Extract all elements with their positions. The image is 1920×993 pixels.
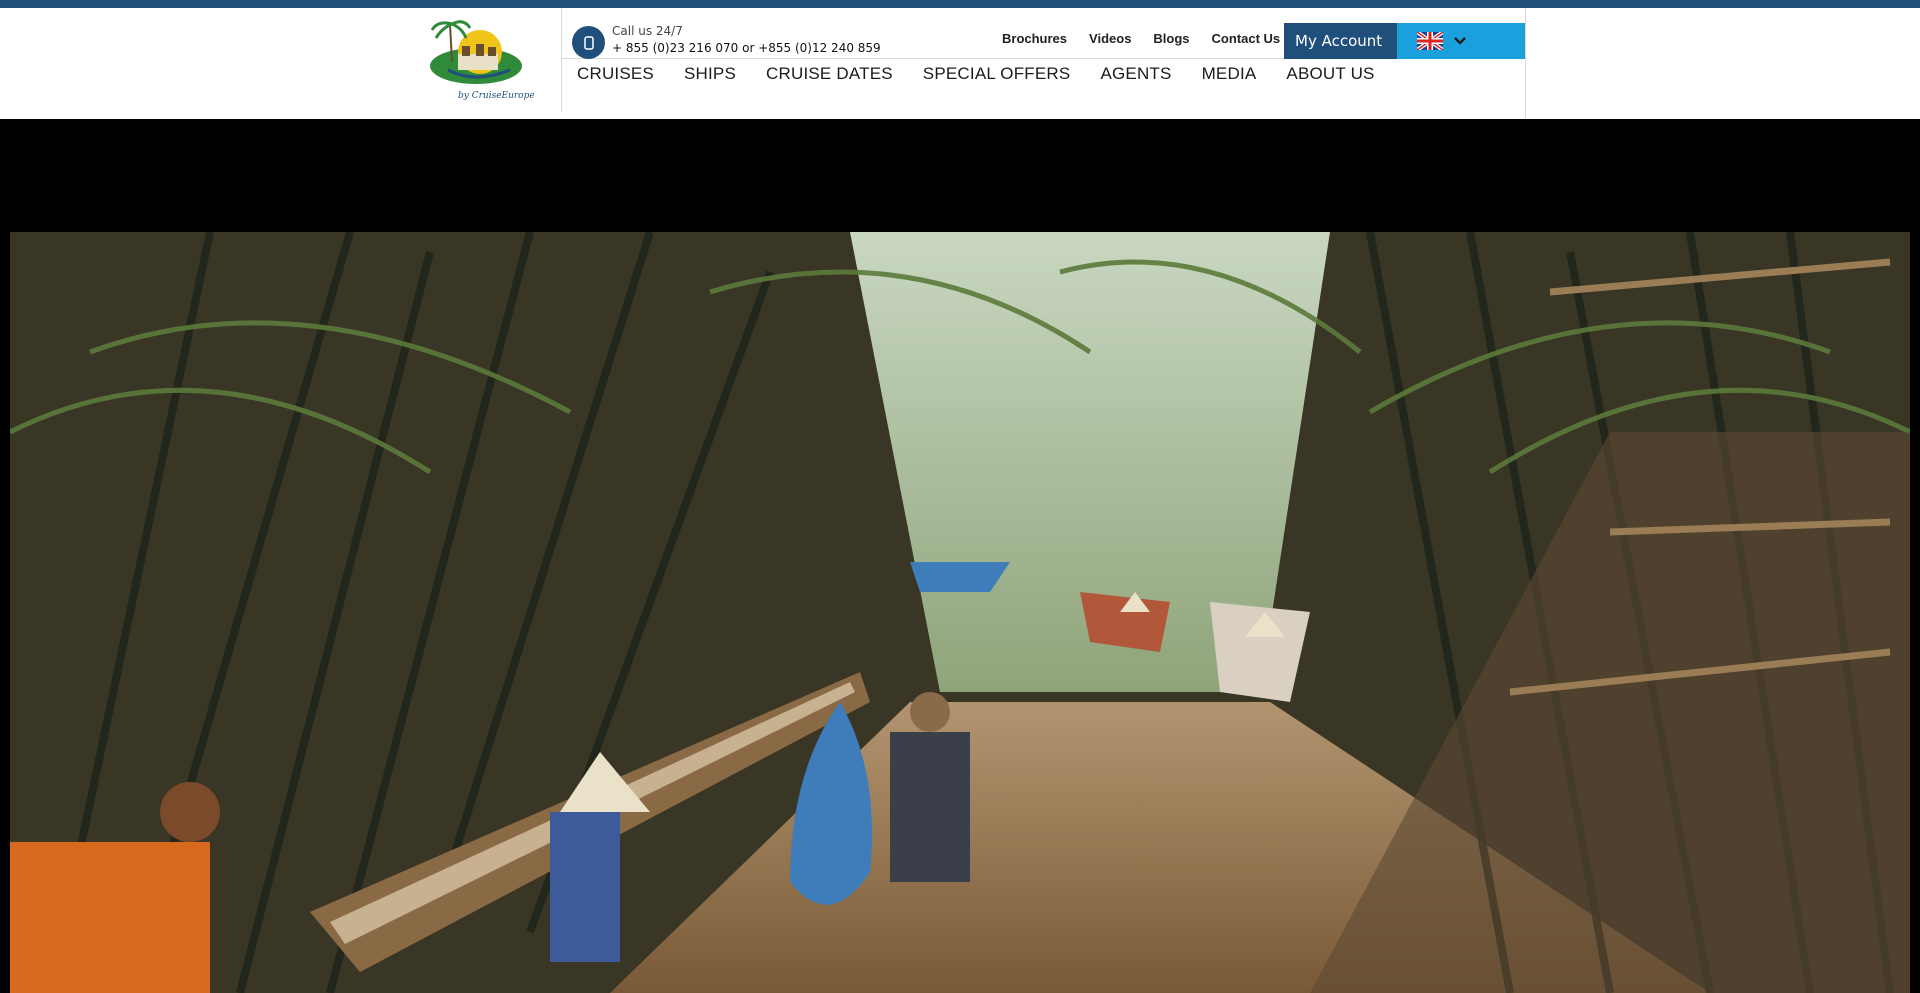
brochures-link[interactable]: Brochures [1002, 31, 1067, 46]
chevron-down-icon [1454, 37, 1466, 45]
hero-photo [10, 232, 1910, 993]
language-selector[interactable] [1397, 23, 1525, 59]
nav-cruises[interactable]: CRUISES [577, 64, 654, 84]
site-logo[interactable]: by CruiseEurope [412, 8, 562, 112]
nav-special-offers[interactable]: SPECIAL OFFERS [923, 64, 1071, 84]
my-account-button[interactable]: My Account [1284, 23, 1397, 59]
videos-link[interactable]: Videos [1089, 31, 1131, 46]
nav-ships[interactable]: SHIPS [684, 64, 736, 84]
call-label: Call us 24/7 [612, 24, 683, 38]
nav-about-us[interactable]: ABOUT US [1286, 64, 1374, 84]
logo-icon: by CruiseEurope [430, 20, 534, 101]
call-numbers[interactable]: + 855 (0)23 216 070 or +855 (0)12 240 85… [612, 41, 881, 55]
main-navigation: CRUISES SHIPS CRUISE DATES SPECIAL OFFER… [577, 64, 1375, 84]
blogs-link[interactable]: Blogs [1153, 31, 1189, 46]
nav-cruise-dates[interactable]: CRUISE DATES [766, 64, 893, 84]
utility-links: Brochures Videos Blogs Contact Us [1002, 31, 1280, 46]
phone-icon[interactable] [572, 26, 605, 59]
contact-us-link[interactable]: Contact Us [1212, 31, 1281, 46]
svg-text:by CruiseEurope: by CruiseEurope [458, 91, 534, 101]
header-divider [1525, 8, 1526, 119]
top-brand-strip [0, 0, 1920, 8]
uk-flag-icon [1417, 32, 1443, 50]
nav-agents[interactable]: AGENTS [1100, 64, 1171, 84]
mekong-canal-boats-photo [10, 232, 1910, 993]
nav-media[interactable]: MEDIA [1202, 64, 1257, 84]
utility-bar: Call us 24/7 + 855 (0)23 216 070 or +855… [562, 8, 1525, 59]
